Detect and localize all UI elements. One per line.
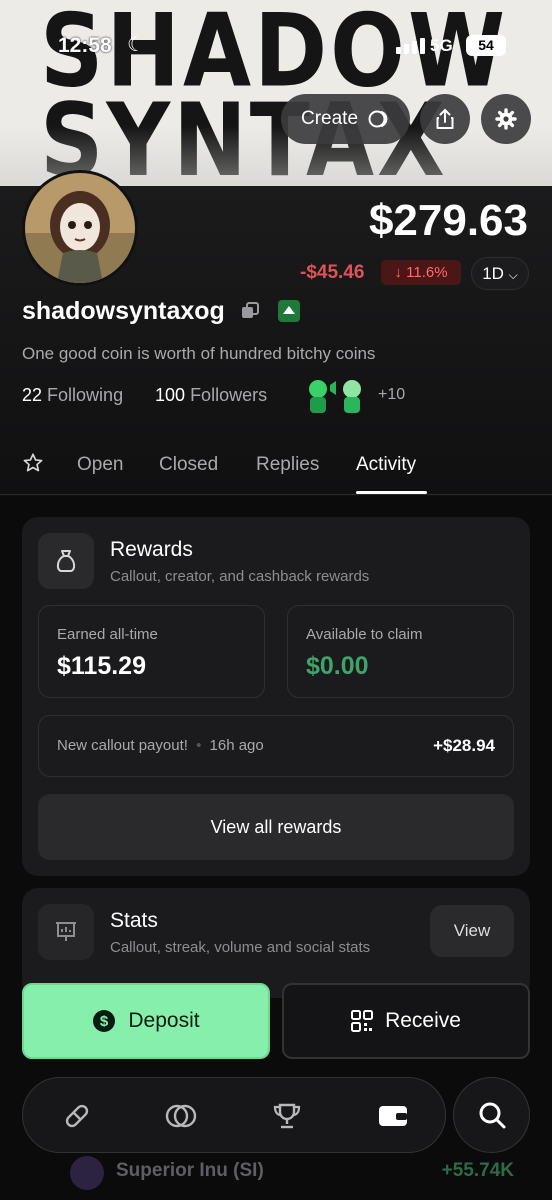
presentation-chart-icon [56,922,76,941]
profile-banner: SHADOW SYNTAX [0,0,552,186]
svg-text:$: $ [100,1013,109,1030]
share-button[interactable] [420,94,470,144]
earned-value: $115.29 [57,652,146,680]
timeframe-select[interactable]: 1D ⌵ [471,257,529,290]
network-type: 5G [430,36,453,55]
payout-amount: +$28.94 [433,736,495,755]
signal-icon [396,38,425,54]
search-icon [479,1102,505,1129]
rewards-icon-box [38,533,94,589]
token-name: Superior Inu (SI) [116,1160,264,1181]
follower-avatars[interactable] [304,377,372,415]
profile-tabs: Open Closed Replies Activity [0,440,552,495]
available-label: Available to claim [306,626,423,643]
battery-icon: 54 [466,35,506,56]
timeframe-value: 1D [482,264,504,283]
tab-open[interactable]: Open [77,454,123,476]
stats-subtitle: Callout, streak, volume and social stats [110,939,371,956]
bottom-nav [22,1077,446,1153]
stats-title: Stats [110,909,158,932]
earned-all-time-box: Earned all-time $115.29 [38,605,265,698]
view-all-rewards-button[interactable]: View all rewards [38,794,514,860]
following-label: Following [47,385,124,405]
rewards-card: Rewards Callout, creator, and cashback r… [22,517,530,876]
active-tab-indicator [356,491,427,494]
username: shadowsyntaxog [22,297,301,326]
list-item[interactable]: Superior Inu (SI) +55.74K [0,1148,552,1200]
chevron-down-icon: ⌵ [508,268,518,282]
view-stats-button[interactable]: View [430,905,514,957]
receive-label: Receive [385,1009,461,1032]
callout-badge-icon [277,300,300,322]
token-avatar [70,1156,104,1190]
receive-button[interactable]: Receive [282,983,530,1059]
payout-notification[interactable]: New callout payout! • 16h ago +$28.94 [38,715,514,777]
create-label: Create [300,108,359,129]
stats-icon-box [38,904,94,960]
stats-card: Stats Callout, streak, volume and social… [22,888,530,998]
gear-icon [495,108,517,130]
earned-label: Earned all-time [57,626,158,643]
payout-text-row: New callout payout! • 16h ago [57,737,264,754]
avatar[interactable] [22,170,138,286]
status-bar: 12:58 ☾ 5G 54 [0,30,552,60]
status-time: 12:58 [58,34,112,57]
payout-time: 16h ago [209,737,264,754]
focus-moon-icon: ☾ [127,34,145,56]
qr-code-icon [351,1010,374,1032]
avatar-image [25,173,135,283]
nav-pill-icon[interactable] [59,1098,95,1134]
nav-coins-icon[interactable] [163,1098,199,1134]
change-percent-badge: ↓ 11.6% [381,260,461,285]
tab-closed[interactable]: Closed [159,454,218,476]
nav-wallet-icon[interactable] [375,1098,411,1134]
deposit-label: Deposit [128,1009,200,1032]
followers-label: Followers [190,385,268,405]
token-value: +55.74K [441,1160,514,1181]
followers-link[interactable]: 100 Followers [155,385,267,406]
followers-count: 100 [155,385,186,405]
available-to-claim-box: Available to claim $0.00 [287,605,514,698]
profile-bio: One good coin is worth of hundred bitchy… [22,344,376,363]
following-count: 22 [22,385,43,405]
create-coin-icon [368,110,388,128]
more-followers-count: +10 [378,386,406,403]
star-icon[interactable] [22,452,44,474]
following-link[interactable]: 22 Following [22,385,123,406]
payout-text: New callout payout! [57,737,188,754]
create-button[interactable]: Create [281,94,410,144]
nav-trophy-icon[interactable] [269,1098,305,1134]
settings-button[interactable] [481,94,531,144]
copy-icon[interactable] [240,301,260,321]
rewards-subtitle: Callout, creator, and cashback rewards [110,568,370,585]
tab-activity[interactable]: Activity [356,454,416,476]
available-value: $0.00 [306,652,369,680]
separator-dot: • [196,737,202,754]
share-icon [436,108,454,129]
money-bag-icon [56,550,76,572]
deposit-button[interactable]: $ Deposit [22,983,270,1059]
value-change: -$45.46 [300,262,365,283]
search-button[interactable] [453,1077,530,1153]
rewards-title: Rewards [110,538,193,561]
tab-replies[interactable]: Replies [256,454,319,476]
dollar-icon: $ [93,1010,116,1032]
username-text: shadowsyntaxog [22,297,225,325]
portfolio-value: $279.63 [368,196,528,245]
